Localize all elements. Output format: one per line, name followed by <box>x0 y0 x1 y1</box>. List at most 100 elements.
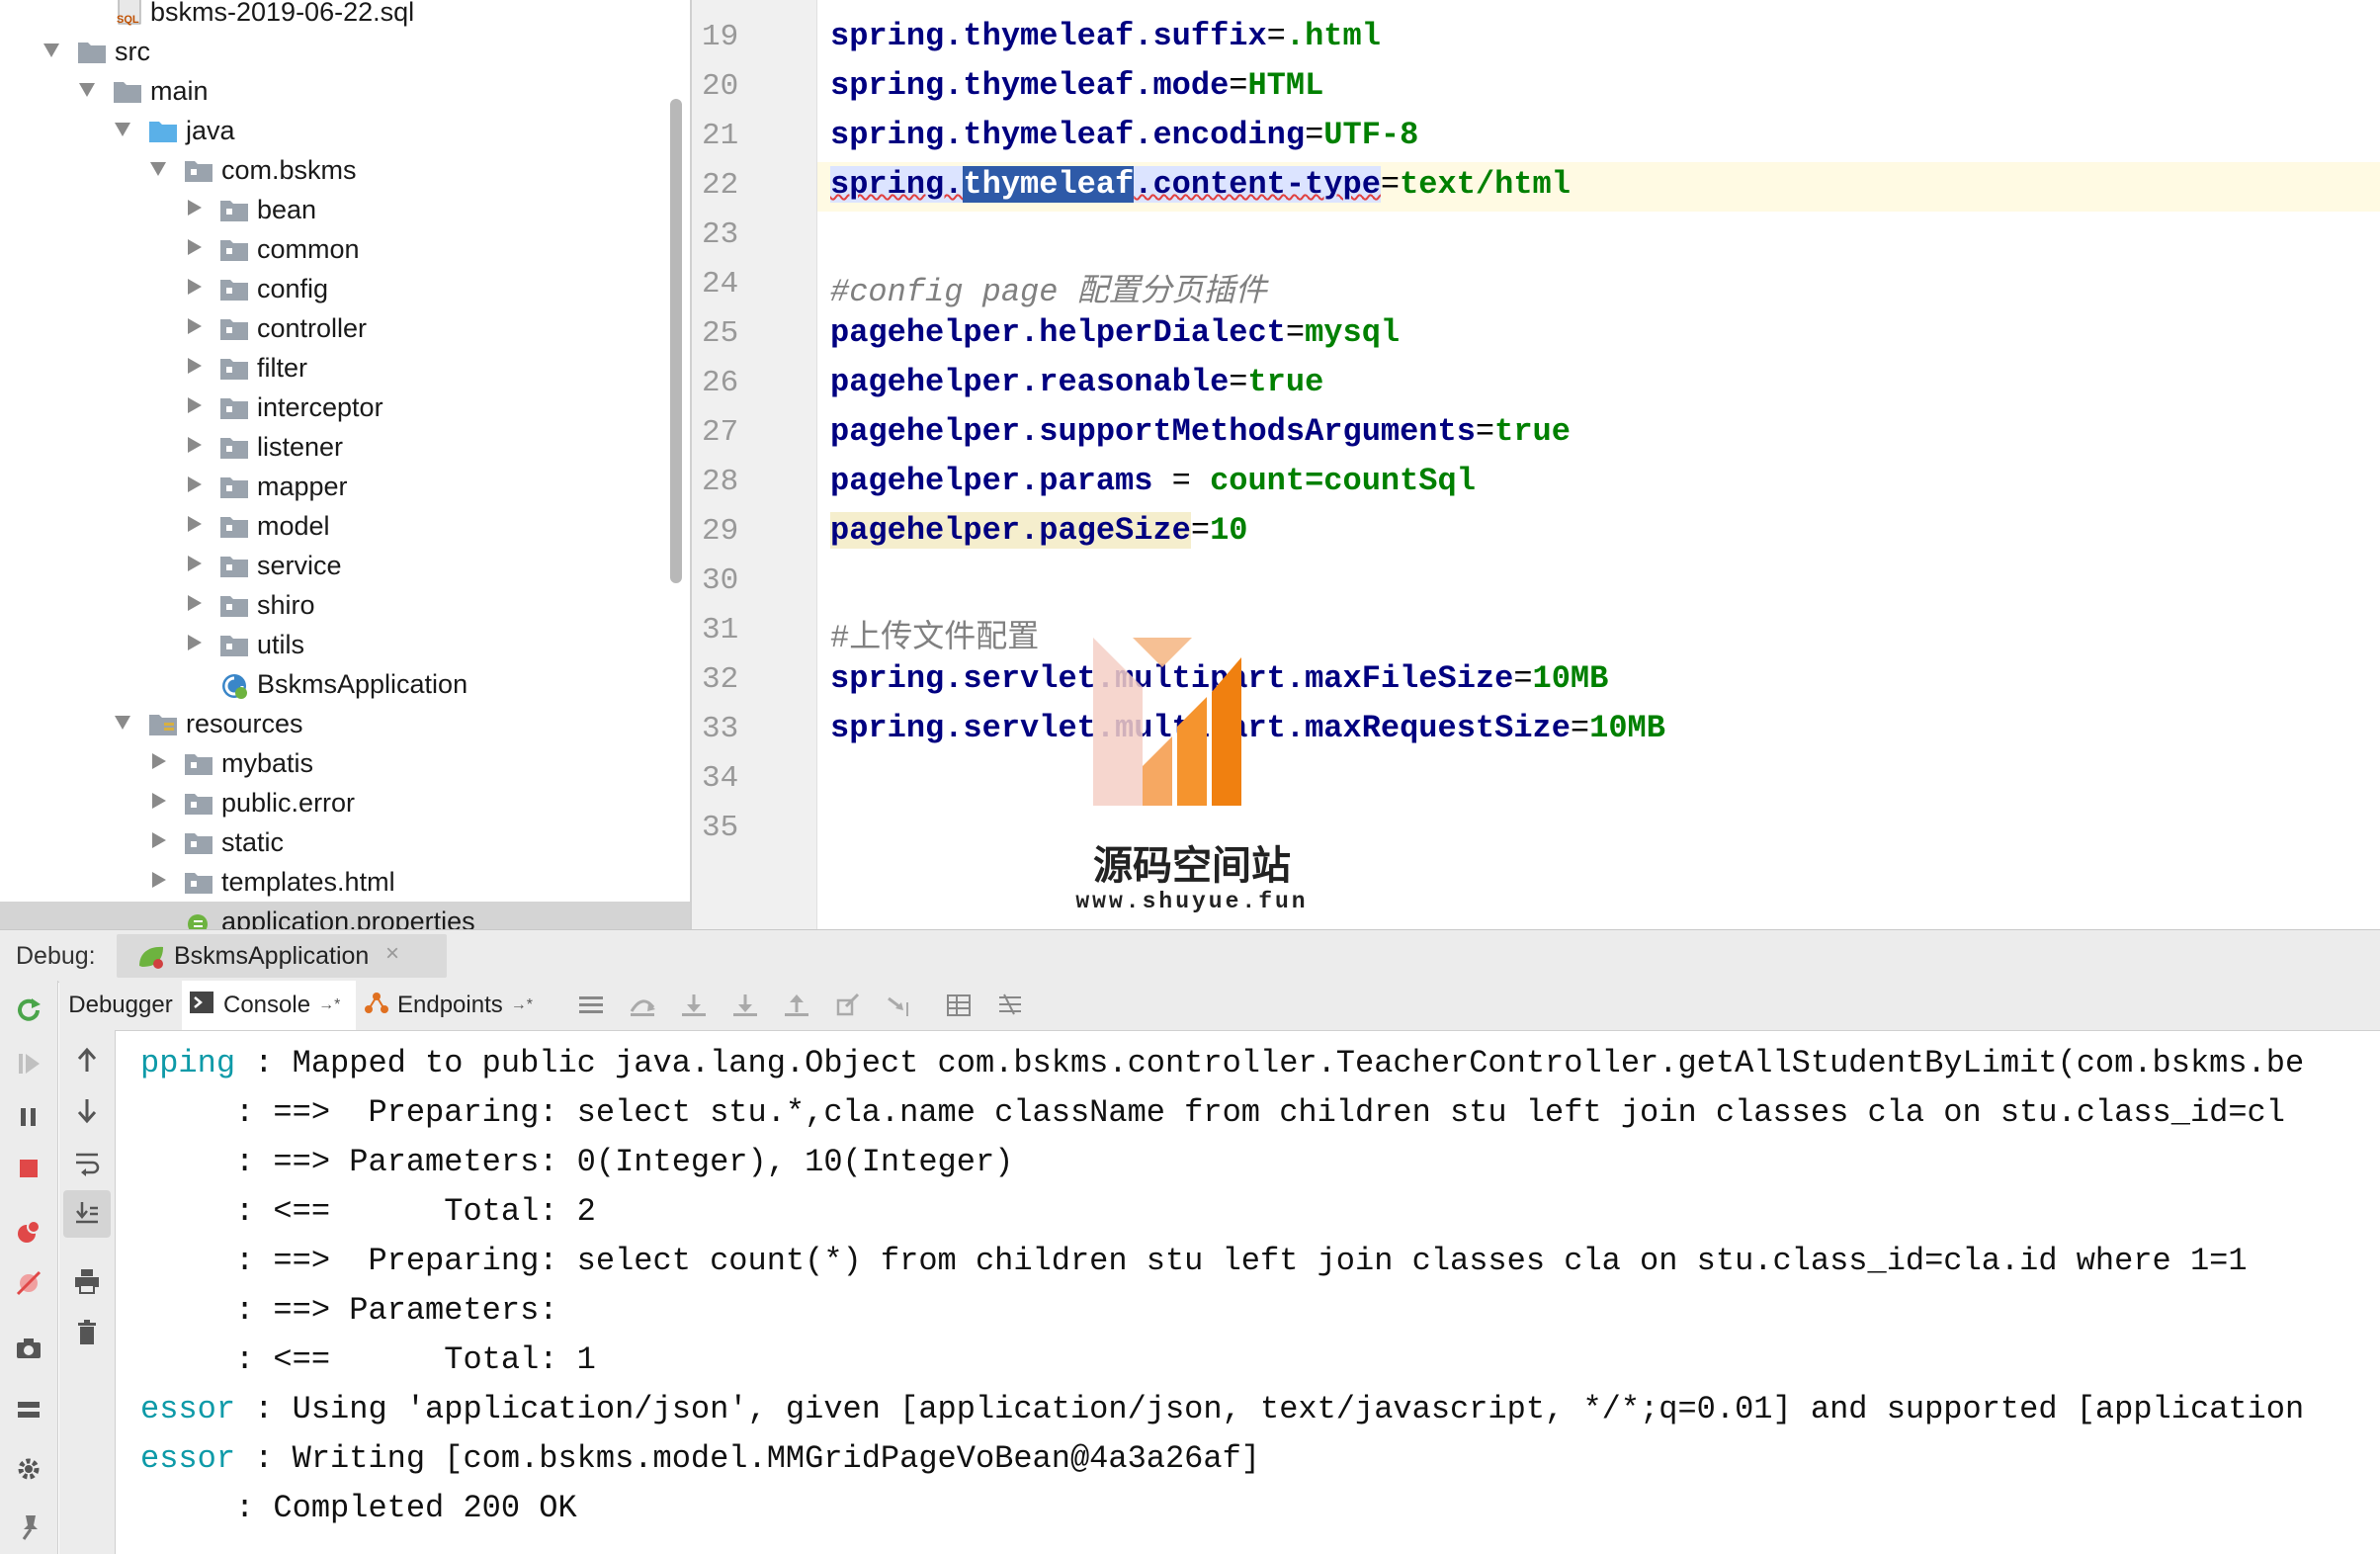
tree-item-bskms-application[interactable]: BskmsApplication <box>0 664 690 704</box>
property-value: .html <box>1285 18 1381 54</box>
tree-item-java[interactable]: java <box>0 111 690 150</box>
chevron-right-icon[interactable] <box>152 872 166 888</box>
show-execution-point-icon[interactable] <box>571 986 611 1025</box>
tree-item-controller[interactable]: controller <box>0 308 690 348</box>
soft-wrap-icon[interactable] <box>67 1143 107 1182</box>
property-value: true <box>1247 364 1324 400</box>
tree-item-filter[interactable]: filter <box>0 348 690 388</box>
tab-label: Debugger <box>68 992 173 1018</box>
chevron-down-icon[interactable] <box>150 162 166 176</box>
view-breakpoints-icon[interactable] <box>9 1212 48 1252</box>
chevron-right-icon[interactable] <box>188 318 202 334</box>
chevron-right-icon[interactable] <box>152 832 166 848</box>
tree-item-public-error[interactable]: public.error <box>0 783 690 822</box>
tree-item-mapper[interactable]: mapper <box>0 467 690 506</box>
properties-file-icon <box>184 908 213 929</box>
tree-item-common[interactable]: common <box>0 229 690 269</box>
tree-item-config[interactable]: config <box>0 269 690 308</box>
tree-item-com-bskms[interactable]: com.bskms <box>0 150 690 190</box>
chevron-right-icon[interactable] <box>188 397 202 413</box>
tab-debugger[interactable]: Debugger <box>59 981 182 1030</box>
code-line-28: pagehelper.params = count=countSql <box>830 463 1476 499</box>
drop-frame-icon[interactable] <box>828 986 868 1025</box>
trace-icon[interactable] <box>990 986 1030 1025</box>
line-number: 21 <box>702 119 739 153</box>
log-message: : Using 'application/json', given [appli… <box>235 1391 2305 1427</box>
arrow-up-icon[interactable] <box>67 1040 107 1079</box>
chevron-down-icon[interactable] <box>79 83 95 97</box>
chevron-down-icon[interactable] <box>115 123 130 136</box>
scroll-to-end-icon[interactable] <box>63 1190 111 1238</box>
pause-icon[interactable] <box>9 1097 48 1137</box>
stop-icon[interactable] <box>9 1149 48 1188</box>
tree-scrollbar[interactable] <box>670 99 682 583</box>
equals-sign: = <box>1229 67 1248 104</box>
tree-item-label: resources <box>186 709 303 738</box>
run-to-cursor-icon[interactable] <box>880 986 919 1025</box>
chevron-right-icon[interactable] <box>188 239 202 255</box>
chevron-right-icon[interactable] <box>188 595 202 611</box>
close-icon[interactable]: × <box>385 940 399 968</box>
tree-item-bean[interactable]: bean <box>0 190 690 229</box>
chevron-right-icon[interactable] <box>188 200 202 216</box>
package-icon <box>219 632 249 662</box>
trash-icon[interactable] <box>67 1313 107 1352</box>
chevron-down-icon[interactable] <box>115 716 130 730</box>
tree-item-mybatis[interactable]: mybatis <box>0 743 690 783</box>
tree-item-utils[interactable]: utils <box>0 625 690 664</box>
chevron-down-icon[interactable] <box>43 43 59 57</box>
tree-item-templates-html[interactable]: templates.html <box>0 862 690 902</box>
code-line-31: #上传文件配置 <box>830 611 1039 656</box>
console-output[interactable]: pping : Mapped to public java.lang.Objec… <box>117 1031 2380 1554</box>
tree-item-static[interactable]: static <box>0 822 690 862</box>
tree-item-sql-file[interactable]: SQL bskms-2019-06-22.sql <box>0 0 690 32</box>
evaluate-expression-icon[interactable] <box>939 986 978 1025</box>
tree-item-src[interactable]: src <box>0 32 690 71</box>
tree-item-listener[interactable]: listener <box>0 427 690 467</box>
tree-item-label: config <box>257 274 329 303</box>
arrow-down-icon[interactable] <box>67 1091 107 1131</box>
tree-item-application-properties[interactable]: application.properties <box>0 902 690 929</box>
line-number: 28 <box>702 465 739 499</box>
pin-icon[interactable] <box>9 1507 48 1546</box>
debug-session-tab[interactable]: BskmsApplication × <box>117 934 447 978</box>
rerun-icon[interactable] <box>9 991 48 1030</box>
layout-icon[interactable] <box>9 1390 48 1429</box>
spring-boot-run-icon <box>136 944 166 975</box>
chevron-right-icon[interactable] <box>188 437 202 453</box>
gear-icon[interactable] <box>9 1449 48 1489</box>
mute-breakpoints-icon[interactable] <box>9 1263 48 1303</box>
resume-icon[interactable] <box>9 1044 48 1083</box>
tree-item-interceptor[interactable]: interceptor <box>0 388 690 427</box>
line-number: 25 <box>702 316 739 351</box>
print-icon[interactable] <box>67 1261 107 1301</box>
tree-item-model[interactable]: model <box>0 506 690 546</box>
log-message: : <== Total: 2 <box>140 1193 596 1230</box>
chevron-right-icon[interactable] <box>152 753 166 769</box>
force-step-into-icon[interactable] <box>725 986 765 1025</box>
tab-console[interactable]: Console →* <box>182 981 356 1030</box>
chevron-right-icon[interactable] <box>188 358 202 374</box>
chevron-right-icon[interactable] <box>188 556 202 571</box>
step-out-icon[interactable] <box>777 986 816 1025</box>
camera-icon[interactable] <box>9 1329 48 1368</box>
tree-item-service[interactable]: service <box>0 546 690 585</box>
tree-item-shiro[interactable]: shiro <box>0 585 690 625</box>
chevron-right-icon[interactable] <box>188 635 202 650</box>
chevron-right-icon[interactable] <box>188 516 202 532</box>
chevron-right-icon[interactable] <box>188 279 202 295</box>
tab-endpoints[interactable]: Endpoints →* <box>356 981 540 1030</box>
property-key: pagehelper.params <box>830 463 1153 499</box>
step-into-icon[interactable] <box>674 986 714 1025</box>
tree-item-resources[interactable]: resources <box>0 704 690 743</box>
folder-icon <box>113 78 142 109</box>
chevron-right-icon[interactable] <box>152 793 166 809</box>
tree-item-main[interactable]: main <box>0 71 690 111</box>
svg-text:SQL: SQL <box>117 14 139 26</box>
chevron-right-icon[interactable] <box>188 476 202 492</box>
code-editor[interactable]: 19 20 21 22 23 24 25 26 27 28 29 30 31 3… <box>692 0 2380 929</box>
tree-item-label: public.error <box>221 788 356 818</box>
step-over-icon[interactable] <box>623 986 662 1025</box>
console-line: : Completed 200 OK <box>140 1490 577 1526</box>
package-icon <box>219 276 249 306</box>
